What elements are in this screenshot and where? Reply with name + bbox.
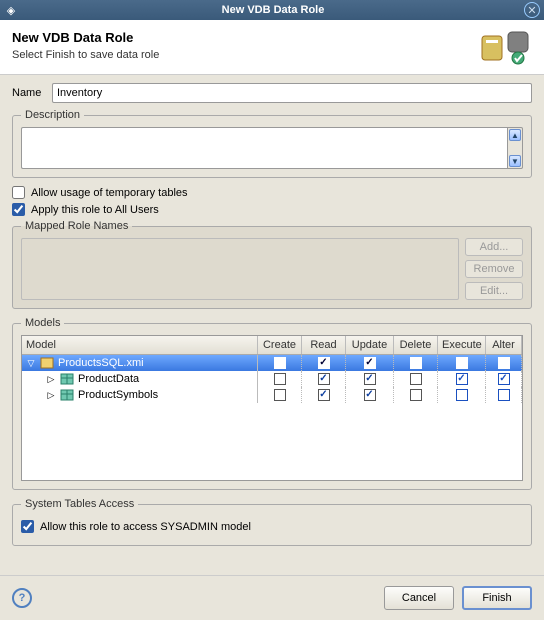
name-label: Name [12, 87, 52, 99]
perm-execute[interactable] [438, 355, 486, 371]
banner: New VDB Data Role Select Finish to save … [0, 20, 544, 75]
model-name: ProductSymbols [78, 389, 158, 401]
perm-alter[interactable] [486, 371, 522, 387]
remove-button[interactable]: Remove [465, 260, 523, 278]
close-icon[interactable]: ✕ [524, 2, 540, 18]
perm-execute[interactable] [438, 371, 486, 387]
checkbox-icon[interactable] [456, 373, 468, 385]
mapped-roles-list[interactable] [21, 238, 459, 300]
banner-icons [476, 30, 532, 66]
perm-alter[interactable] [486, 355, 522, 371]
description-scrollbar[interactable]: ▲ ▼ [507, 127, 523, 169]
model-cell[interactable]: ▷ ProductData [22, 371, 258, 387]
perm-delete[interactable] [394, 387, 438, 403]
system-tables-group: System Tables Access Allow this role to … [12, 498, 532, 546]
checkbox-icon[interactable] [364, 357, 376, 369]
window-title: New VDB Data Role [22, 4, 524, 16]
checkbox-icon[interactable] [498, 357, 510, 369]
perm-create[interactable] [258, 371, 302, 387]
description-group: Description ▲ ▼ [12, 109, 532, 178]
cancel-button[interactable]: Cancel [384, 586, 454, 610]
dialog-footer: ? Cancel Finish [0, 575, 544, 620]
perm-update[interactable] [346, 371, 394, 387]
checkbox-icon[interactable] [456, 389, 468, 401]
perm-delete[interactable] [394, 371, 438, 387]
model-row[interactable]: ▷ ProductData [22, 371, 522, 387]
models-header: Model Create Read Update Delete Execute … [22, 336, 522, 355]
add-button[interactable]: Add... [465, 238, 523, 256]
allow-sysadmin-label: Allow this role to access SYSADMIN model [40, 521, 251, 533]
perm-read[interactable] [302, 387, 346, 403]
expand-icon[interactable]: ▷ [46, 374, 56, 385]
checkbox-icon[interactable] [274, 373, 286, 385]
checkbox-icon[interactable] [274, 389, 286, 401]
col-alter[interactable]: Alter [486, 336, 522, 354]
expand-icon[interactable]: ▷ [46, 390, 56, 401]
system-tables-legend: System Tables Access [21, 498, 138, 510]
checkbox-icon[interactable] [364, 389, 376, 401]
models-group: Models Model Create Read Update Delete E… [12, 317, 532, 490]
allow-temp-tables-label: Allow usage of temporary tables [31, 187, 188, 199]
scroll-up-icon[interactable]: ▲ [509, 129, 521, 141]
checkbox-icon[interactable] [318, 373, 330, 385]
perm-update[interactable] [346, 387, 394, 403]
perm-execute[interactable] [438, 387, 486, 403]
model-cell[interactable]: ▽ ProductsSQL.xmi [22, 355, 258, 371]
perm-update[interactable] [346, 355, 394, 371]
col-execute[interactable]: Execute [438, 336, 486, 354]
col-delete[interactable]: Delete [394, 336, 438, 354]
model-row[interactable]: ▷ ProductSymbols [22, 387, 522, 403]
col-update[interactable]: Update [346, 336, 394, 354]
model-name: ProductData [78, 373, 139, 385]
table-icon [60, 389, 74, 401]
model-cell[interactable]: ▷ ProductSymbols [22, 387, 258, 403]
checkbox-icon[interactable] [456, 357, 468, 369]
checkbox-icon[interactable] [274, 357, 286, 369]
col-model[interactable]: Model [22, 336, 258, 354]
banner-sub: Select Finish to save data role [12, 49, 476, 61]
description-legend: Description [21, 109, 84, 121]
apply-all-users-checkbox[interactable] [12, 203, 25, 216]
models-legend: Models [21, 317, 64, 329]
checkbox-icon[interactable] [410, 389, 422, 401]
mapped-roles-legend: Mapped Role Names [21, 220, 132, 232]
checkbox-icon[interactable] [318, 389, 330, 401]
checkbox-icon[interactable] [498, 373, 510, 385]
perm-read[interactable] [302, 371, 346, 387]
checkbox-icon[interactable] [318, 357, 330, 369]
allow-temp-tables-checkbox[interactable] [12, 186, 25, 199]
perm-read[interactable] [302, 355, 346, 371]
table-icon [60, 373, 74, 385]
perm-create[interactable] [258, 387, 302, 403]
col-create[interactable]: Create [258, 336, 302, 354]
description-input[interactable] [21, 127, 507, 169]
window-titlebar: ◈ New VDB Data Role ✕ [0, 0, 544, 20]
apply-all-users-label: Apply this role to All Users [31, 204, 159, 216]
model-name: ProductsSQL.xmi [58, 357, 144, 369]
help-icon[interactable]: ? [12, 588, 32, 608]
col-read[interactable]: Read [302, 336, 346, 354]
model-row[interactable]: ▽ ProductsSQL.xmi [22, 355, 522, 371]
finish-button[interactable]: Finish [462, 586, 532, 610]
scroll-down-icon[interactable]: ▼ [509, 155, 521, 167]
checkbox-icon[interactable] [364, 373, 376, 385]
perm-alter[interactable] [486, 387, 522, 403]
checkbox-icon[interactable] [410, 357, 422, 369]
mapped-roles-group: Mapped Role Names Add... Remove Edit... [12, 220, 532, 309]
allow-sysadmin-checkbox[interactable] [21, 520, 34, 533]
expand-icon[interactable]: ▽ [26, 358, 36, 369]
checkbox-icon[interactable] [410, 373, 422, 385]
edit-button[interactable]: Edit... [465, 282, 523, 300]
banner-heading: New VDB Data Role [12, 30, 476, 45]
model-icon [40, 357, 54, 369]
perm-delete[interactable] [394, 355, 438, 371]
name-input[interactable] [52, 83, 532, 103]
perm-create[interactable] [258, 355, 302, 371]
app-icon: ◈ [4, 3, 18, 17]
checkbox-icon[interactable] [498, 389, 510, 401]
